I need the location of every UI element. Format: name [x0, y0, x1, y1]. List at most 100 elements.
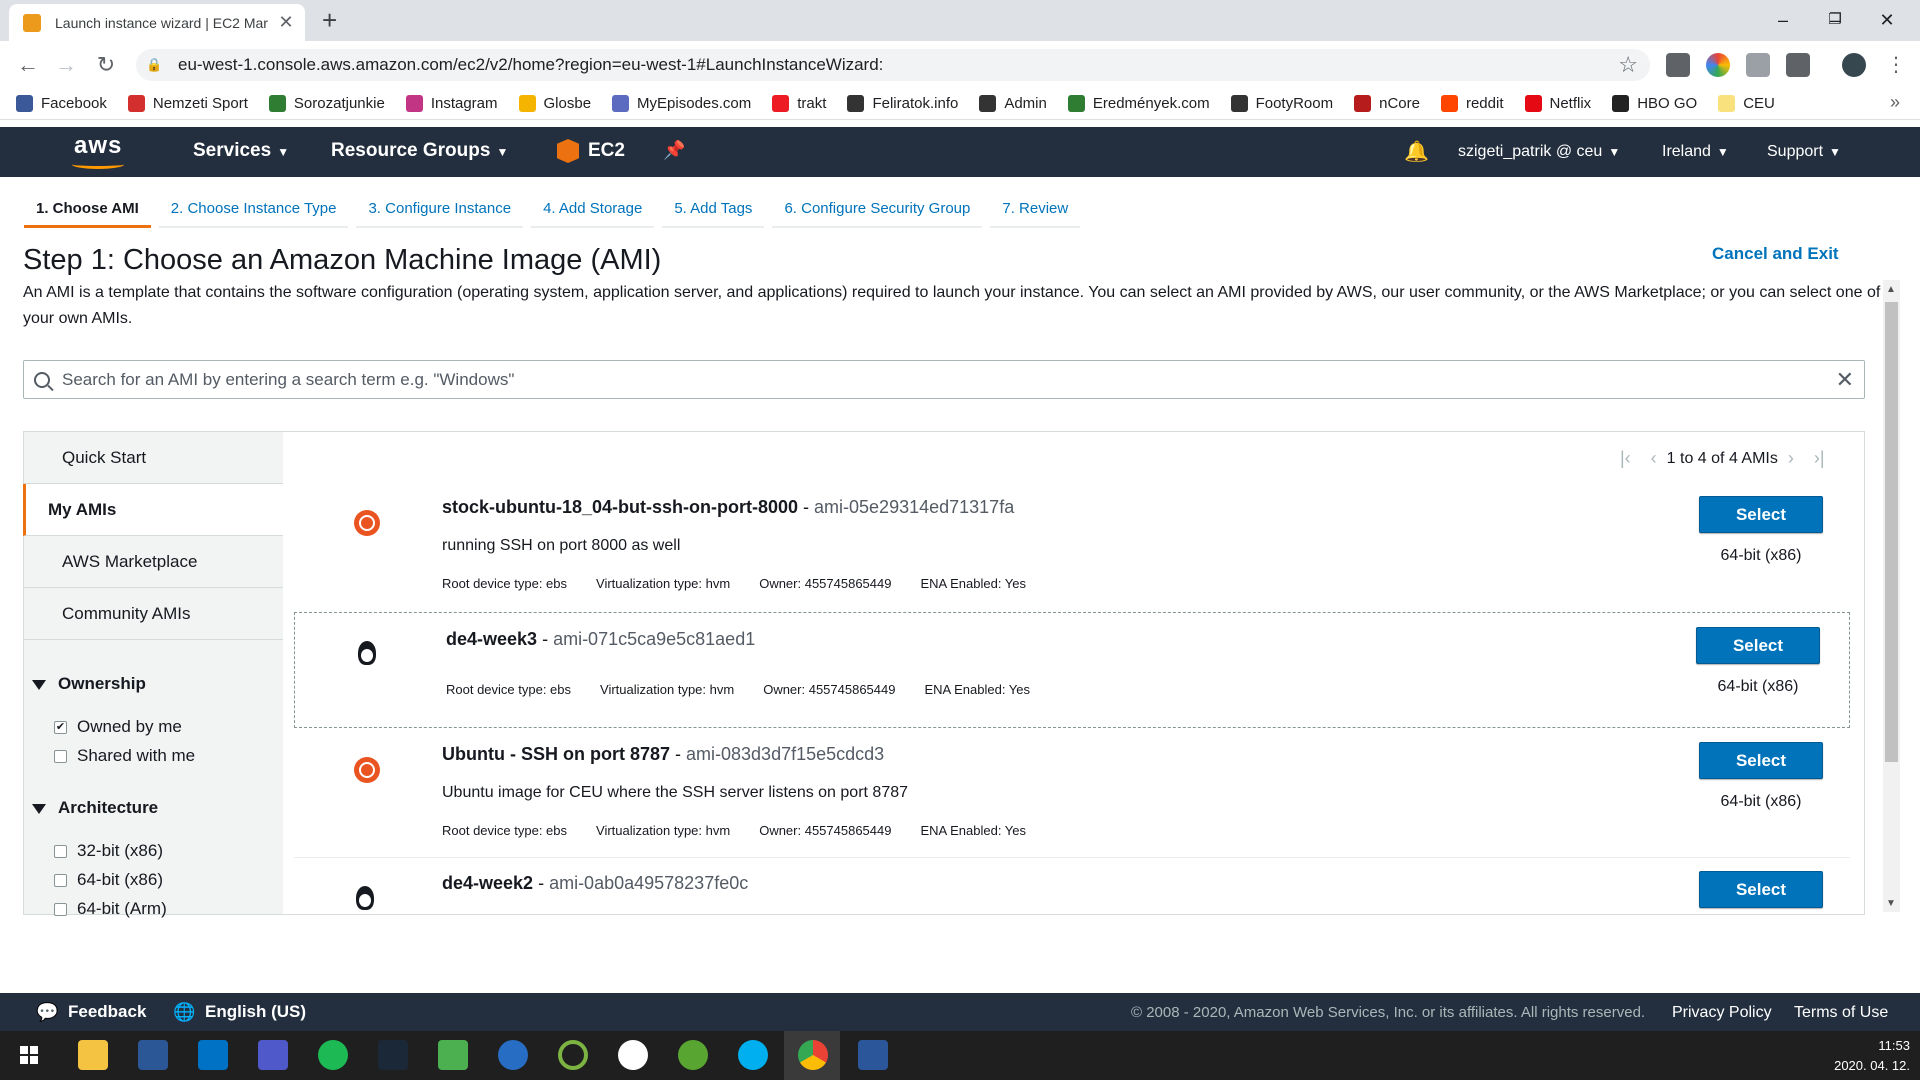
bookmark-item[interactable]: HBO GO [1612, 95, 1697, 112]
bookmark-item[interactable]: nCore [1354, 95, 1420, 112]
select-ami-button[interactable]: Select [1699, 871, 1823, 908]
bookmark-item[interactable]: Sorozatjunkie [268, 95, 385, 112]
bookmark-item[interactable]: Feliratok.info [847, 95, 958, 112]
shared-with-me-checkbox[interactable]: Shared with me [54, 746, 195, 766]
select-ami-button[interactable]: Select [1696, 627, 1820, 664]
steam-icon[interactable] [378, 1040, 408, 1070]
bookmark-star-icon[interactable]: ☆ [1618, 52, 1638, 78]
system-clock[interactable]: 11:53 2020. 04. 12. [1820, 1036, 1910, 1076]
translate-extension-icon[interactable] [1746, 53, 1770, 77]
color-picker-extension-icon[interactable] [1706, 53, 1730, 77]
select-ami-button[interactable]: Select [1699, 742, 1823, 779]
reload-icon[interactable]: ↻ [92, 51, 120, 79]
last-page-icon[interactable]: ›| [1814, 448, 1825, 469]
wizard-step-3[interactable]: 3. Configure Instance [356, 196, 524, 228]
arch-32bit-x86-checkbox[interactable]: 32-bit (x86) [54, 841, 163, 861]
arch-64bit-arm-checkbox[interactable]: 64-bit (Arm) [54, 899, 167, 919]
utorrent-icon[interactable] [678, 1040, 708, 1070]
tab-aws-marketplace[interactable]: AWS Marketplace [24, 536, 283, 588]
row-divider [294, 857, 1850, 858]
bookmark-label: Facebook [41, 95, 107, 112]
word-icon[interactable] [858, 1040, 888, 1070]
wizard-step-4[interactable]: 4. Add Storage [531, 196, 655, 228]
r-studio-icon[interactable] [498, 1040, 528, 1070]
bookmark-item[interactable]: Eredmények.com [1067, 95, 1210, 112]
address-bar[interactable]: 🔒 eu-west-1.console.aws.amazon.com/ec2/v… [136, 49, 1650, 81]
feedback-link[interactable]: Feedback [68, 1002, 146, 1022]
owned-by-me-checkbox[interactable]: ✔ Owned by me [54, 717, 182, 737]
bookmark-item[interactable]: Instagram [405, 95, 498, 112]
chrome-menu-icon[interactable]: ⋮ [1886, 52, 1906, 77]
region-menu[interactable]: Ireland ▼ [1662, 143, 1729, 161]
bookmark-item[interactable]: CEU [1718, 95, 1775, 112]
clear-search-icon[interactable]: ✕ [1836, 367, 1854, 393]
windows-start-icon[interactable] [20, 1046, 38, 1064]
spotify-icon[interactable] [318, 1040, 348, 1070]
language-selector[interactable]: English (US) [205, 1002, 306, 1022]
bookmark-item[interactable]: Facebook [16, 95, 107, 112]
tab-community-amis[interactable]: Community AMIs [24, 588, 283, 640]
bookmark-item[interactable]: FootyRoom [1230, 95, 1333, 112]
bookmark-item[interactable]: Admin [979, 95, 1047, 112]
bookmark-item[interactable]: Nemzeti Sport [127, 95, 248, 112]
first-page-icon[interactable]: |‹ [1620, 448, 1631, 469]
outlook-icon[interactable] [198, 1040, 228, 1070]
terms-of-use-link[interactable]: Terms of Use [1794, 1004, 1888, 1022]
scroll-down-icon[interactable]: ▼ [1886, 898, 1896, 909]
account-menu[interactable]: szigeti_patrik @ ceu ▼ [1458, 143, 1620, 161]
ami-metadata: Root device type: ebs Virtualization typ… [442, 576, 1055, 591]
sync-app-icon[interactable] [558, 1040, 588, 1070]
cancel-and-exit-link[interactable]: Cancel and Exit [1712, 244, 1839, 264]
forward-arrow-icon[interactable]: → [52, 51, 80, 79]
back-arrow-icon[interactable]: ← [14, 51, 42, 79]
arch-64bit-x86-checkbox[interactable]: 64-bit (x86) [54, 870, 163, 890]
maximize-window-icon[interactable]: ❐ [1812, 6, 1858, 34]
gmail-extension-icon[interactable] [1666, 53, 1690, 77]
close-window-icon[interactable]: ✕ [1864, 6, 1910, 34]
browser-tab[interactable]: Launch instance wizard | EC2 Mar ✕ [9, 4, 305, 41]
chrome-icon[interactable] [798, 1040, 828, 1070]
resource-groups-menu[interactable]: Resource Groups ▼ [331, 140, 508, 162]
wizard-step-6[interactable]: 6. Configure Security Group [772, 196, 983, 228]
pin-icon[interactable]: 📌 [663, 140, 685, 161]
tab-my-amis[interactable]: My AMIs [23, 484, 283, 536]
save-app-icon[interactable] [138, 1040, 168, 1070]
file-explorer-icon[interactable] [78, 1040, 108, 1070]
wizard-step-7[interactable]: 7. Review [990, 196, 1081, 228]
notifications-bell-icon[interactable]: 🔔 [1404, 139, 1429, 164]
ec2-shortcut[interactable]: EC2 [588, 140, 625, 162]
bookmark-item[interactable]: Netflix [1524, 95, 1591, 112]
previous-page-icon[interactable]: ‹ [1651, 448, 1657, 469]
close-tab-icon[interactable]: ✕ [277, 12, 295, 33]
app-icon[interactable] [438, 1040, 468, 1070]
privacy-policy-link[interactable]: Privacy Policy [1672, 1004, 1772, 1022]
ownership-filter-toggle[interactable]: Ownership [32, 674, 146, 694]
bookmark-item[interactable]: trakt [772, 95, 826, 112]
bookmark-item[interactable]: reddit [1440, 95, 1504, 112]
support-menu[interactable]: Support ▼ [1767, 143, 1841, 161]
tab-quick-start[interactable]: Quick Start [24, 432, 283, 484]
new-tab-icon[interactable]: + [322, 6, 337, 34]
wizard-step-2[interactable]: 2. Choose Instance Type [158, 196, 349, 228]
architecture-filter-toggle[interactable]: Architecture [32, 798, 158, 818]
ami-architecture: 64-bit (x86) [1720, 547, 1802, 564]
teams-icon[interactable] [258, 1040, 288, 1070]
skype-icon[interactable] [738, 1040, 768, 1070]
facebook-extension-icon[interactable] [1786, 53, 1810, 77]
profile-avatar[interactable] [1842, 53, 1866, 77]
minimize-window-icon[interactable]: – [1760, 6, 1806, 34]
bookmark-item[interactable]: MyEpisodes.com [612, 95, 751, 112]
aws-logo[interactable]: aws [74, 132, 122, 160]
ami-name: de4-week3 [446, 629, 538, 649]
scrollbar-thumb[interactable] [1885, 302, 1898, 762]
next-page-icon[interactable]: › [1788, 448, 1794, 469]
select-ami-button[interactable]: Select [1699, 496, 1823, 533]
bookmark-item[interactable]: Glosbe [518, 95, 591, 112]
wizard-step-5[interactable]: 5. Add Tags [662, 196, 765, 228]
scroll-up-icon[interactable]: ▲ [1886, 284, 1896, 295]
bookmarks-overflow-icon[interactable]: » [1890, 92, 1900, 113]
slack-icon[interactable] [618, 1040, 648, 1070]
ami-search-input[interactable] [60, 368, 1836, 391]
wizard-step-1[interactable]: 1. Choose AMI [24, 196, 151, 228]
services-menu[interactable]: Services ▼ [193, 140, 289, 162]
